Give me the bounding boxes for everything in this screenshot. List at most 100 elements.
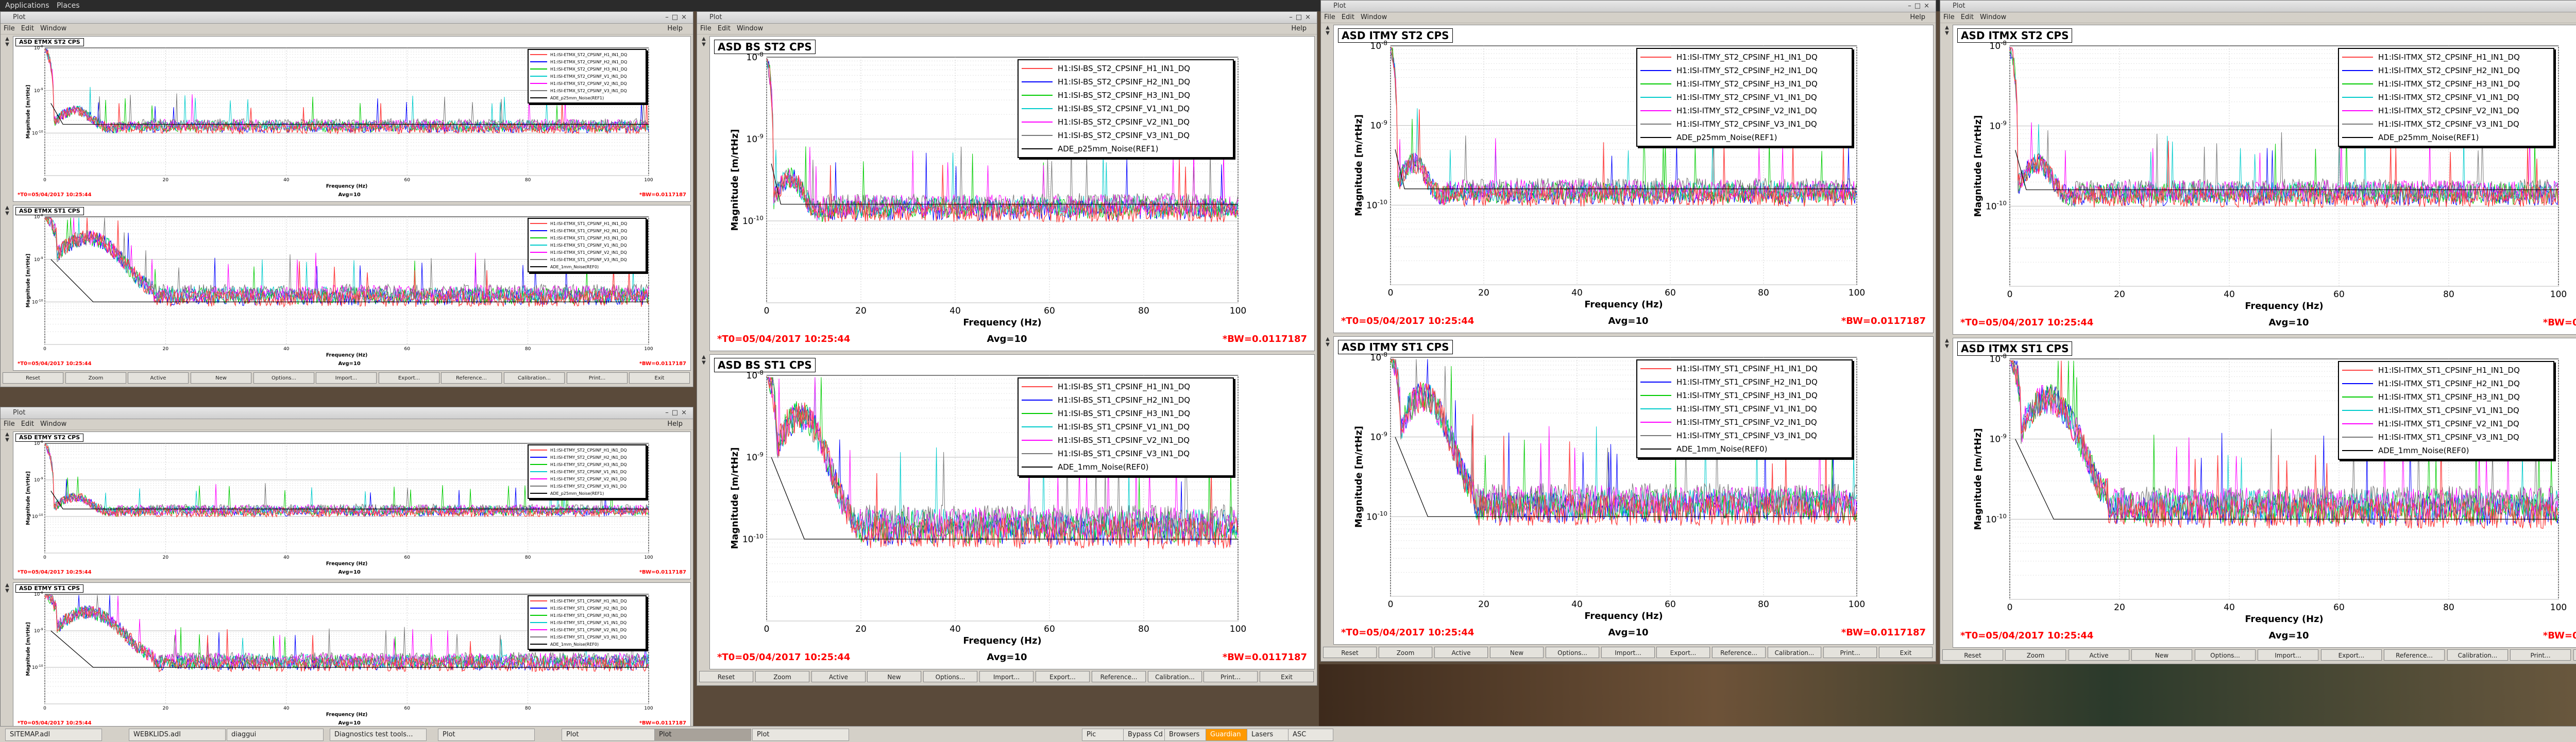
menu-file[interactable]: File (4, 420, 15, 428)
options-button[interactable]: Options... (1546, 647, 1599, 658)
taskbar-item[interactable]: diaggui (227, 729, 324, 741)
plot-panel[interactable]: ASD ITMX ST2 CPS 0 20 40 60 80 100 10-8 10-9 10-1… (1953, 25, 2576, 335)
active-button[interactable]: Active (2069, 649, 2129, 661)
close-icon[interactable]: × (1305, 13, 1314, 21)
maximize-icon[interactable]: □ (672, 409, 681, 417)
scroll-down-icon[interactable]: ▼ (2, 211, 13, 216)
new-button[interactable]: New (867, 671, 921, 682)
close-icon[interactable]: × (1924, 2, 1933, 10)
reference-button[interactable]: Reference... (1712, 647, 1766, 658)
applications-menu[interactable]: Applications (5, 0, 49, 11)
active-button[interactable]: Active (811, 671, 866, 682)
scroll-up-icon[interactable]: ▲ (698, 36, 709, 42)
tray-item[interactable]: Bypass Cd (1123, 729, 1168, 741)
plot-panel[interactable]: ASD BS ST2 CPS 0 20 40 60 80 100 10-8 10-9 10-10 F… (709, 36, 1315, 351)
reference-button[interactable]: Reference... (1092, 671, 1146, 682)
scroll-down-icon[interactable]: ▼ (698, 42, 709, 47)
minimize-icon[interactable]: – (665, 13, 672, 21)
menu-edit[interactable]: Edit (21, 420, 34, 428)
menu-window[interactable]: Window (737, 25, 763, 32)
menu-edit[interactable]: Edit (1961, 13, 1974, 21)
reset-button[interactable]: Reset (1323, 647, 1377, 658)
import-button[interactable]: Import... (979, 671, 1033, 682)
new-button[interactable]: New (2131, 649, 2192, 661)
menu-help[interactable]: Help (667, 419, 683, 429)
plot-window[interactable]: Plot –□× File Edit Window Help ASD ETMX ST2 CP… (0, 11, 693, 387)
menu-help[interactable]: Help (1291, 24, 1307, 34)
reset-button[interactable]: Reset (3, 372, 63, 384)
scroll-down-icon[interactable]: ▼ (2, 588, 13, 594)
plot-panel[interactable]: ASD BS ST1 CPS 0 20 40 60 80 100 10-8 10-9 10-10 F… (709, 354, 1315, 669)
import-button[interactable]: Import... (1601, 647, 1655, 658)
scroll-up-icon[interactable]: ▲ (2, 36, 13, 42)
plot-window[interactable]: Plot –□× File Edit Window Help ASD BS ST2 CPS 0… (697, 11, 1317, 686)
scroll-down-icon[interactable]: ▼ (1941, 343, 1953, 349)
print-button[interactable]: Print... (2510, 649, 2571, 661)
window-titlebar[interactable]: Plot–□× (1, 407, 693, 419)
exit-button[interactable]: Exit (1260, 671, 1314, 682)
options-button[interactable]: Options... (253, 372, 314, 384)
zoom-button[interactable]: Zoom (755, 671, 809, 682)
taskbar-item[interactable]: SITEMAP.adl (5, 729, 102, 741)
calibration-button[interactable]: Calibration... (1768, 647, 1821, 658)
tray-item[interactable]: Guardian (1206, 729, 1251, 741)
export-button[interactable]: Export... (2321, 649, 2382, 661)
menu-window[interactable]: Window (40, 25, 66, 32)
scroll-down-icon[interactable]: ▼ (698, 360, 709, 366)
print-button[interactable]: Print... (567, 372, 628, 384)
plot-panel[interactable]: ASD ITMY ST1 CPS 0 20 40 60 80 100 10-8 10-9 10-1… (1333, 336, 1934, 645)
scroll-up-icon[interactable]: ▲ (1941, 25, 1953, 30)
window-titlebar[interactable]: Plot–□× (1321, 1, 1936, 12)
scroll-up-icon[interactable]: ▲ (698, 354, 709, 360)
zoom-button[interactable]: Zoom (2005, 649, 2066, 661)
minimize-icon[interactable]: – (1908, 2, 1914, 10)
active-button[interactable]: Active (1434, 647, 1488, 658)
zoom-button[interactable]: Zoom (65, 372, 126, 384)
places-menu[interactable]: Places (57, 0, 80, 11)
window-titlebar[interactable]: Plot–□× (697, 12, 1317, 24)
plot-window[interactable]: Plot –□× File Edit Window Help ASD ITMY ST2 CP… (1320, 0, 1936, 662)
window-titlebar[interactable]: Plot–□× (1940, 1, 2576, 12)
scroll-up-icon[interactable]: ▲ (2, 205, 13, 211)
scroll-down-icon[interactable]: ▼ (2, 42, 13, 47)
tray-item[interactable]: Lasers (1247, 729, 1292, 741)
taskbar-item[interactable]: Plot (654, 729, 751, 741)
exit-button[interactable]: Exit (2573, 649, 2576, 661)
menu-edit[interactable]: Edit (718, 25, 731, 32)
export-button[interactable]: Export... (1656, 647, 1710, 658)
print-button[interactable]: Print... (1204, 671, 1258, 682)
calibration-button[interactable]: Calibration... (2447, 649, 2508, 661)
tray-item[interactable]: Pic (1082, 729, 1127, 741)
minimize-icon[interactable]: – (1289, 13, 1296, 21)
reset-button[interactable]: Reset (1942, 649, 2003, 661)
new-button[interactable]: New (1490, 647, 1544, 658)
menu-window[interactable]: Window (1980, 13, 2006, 21)
plot-panel[interactable]: ASD ETMX ST1 CPS 0 20 40 60 80 100 10-8 10-9 10-1… (13, 205, 691, 371)
export-button[interactable]: Export... (1036, 671, 1090, 682)
taskbar-item[interactable]: Plot (752, 729, 849, 741)
menu-window[interactable]: Window (40, 420, 66, 428)
menu-window[interactable]: Window (1361, 13, 1387, 21)
scroll-up-icon[interactable]: ▲ (1941, 338, 1953, 343)
scroll-up-icon[interactable]: ▲ (1322, 25, 1333, 30)
maximize-icon[interactable]: □ (1296, 13, 1305, 21)
menu-file[interactable]: File (700, 25, 711, 32)
print-button[interactable]: Print... (1823, 647, 1877, 658)
active-button[interactable]: Active (128, 372, 189, 384)
reset-button[interactable]: Reset (699, 671, 753, 682)
tray-item[interactable]: Browsers (1164, 729, 1210, 741)
import-button[interactable]: Import... (2258, 649, 2318, 661)
plot-window[interactable]: Plot–□×FileEditWindowHelpASD ITMX ST2 CP… (1940, 0, 2576, 664)
maximize-icon[interactable]: □ (672, 13, 681, 21)
maximize-icon[interactable]: □ (1914, 2, 1924, 10)
export-button[interactable]: Export... (379, 372, 439, 384)
taskbar-item[interactable]: WEBKLIDS.adl (129, 729, 226, 741)
scroll-down-icon[interactable]: ▼ (1322, 342, 1333, 348)
close-icon[interactable]: × (681, 409, 690, 417)
new-button[interactable]: New (191, 372, 251, 384)
options-button[interactable]: Options... (2195, 649, 2256, 661)
plot-panel[interactable]: ASD ITMY ST2 CPS 0 20 40 60 80 100 10-8 10-9 10-1… (1333, 25, 1934, 333)
scroll-up-icon[interactable]: ▲ (1322, 336, 1333, 342)
options-button[interactable]: Options... (923, 671, 977, 682)
menu-file[interactable]: File (1943, 13, 1955, 21)
